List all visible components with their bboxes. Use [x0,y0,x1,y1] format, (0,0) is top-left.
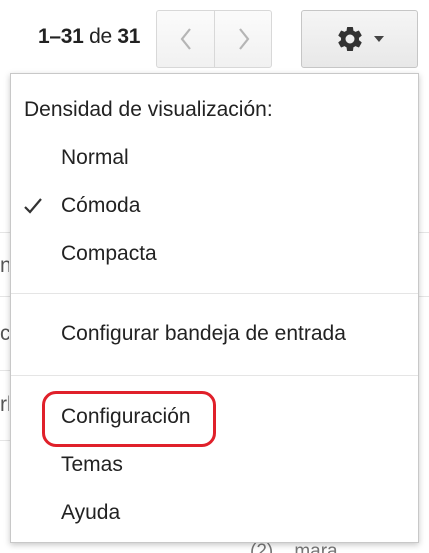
themes-item[interactable]: Temas [11,443,418,487]
list-divider [418,232,429,233]
next-page-button[interactable] [215,11,272,67]
list-item-fragment: n [0,254,9,277]
help-item[interactable]: Ayuda [11,491,418,535]
gear-icon [337,26,362,51]
menu-item-label: Temas [61,453,123,476]
settings-item[interactable]: Configuración [11,395,418,439]
caret-down-icon [373,36,384,42]
display-density-heading: Densidad de visualización: [24,98,273,121]
settings-button[interactable] [301,10,418,68]
pagination-nav [156,10,272,68]
density-option-normal[interactable]: Normal [11,136,418,180]
menu-separator [11,375,418,376]
pagination-total: 31 [117,25,141,48]
pagination-of: de [89,25,112,48]
checkmark-icon [24,198,42,214]
settings-menu: Densidad de visualización: Normal Cómoda… [10,73,419,543]
menu-item-label: Cómoda [61,194,141,217]
previous-page-button[interactable] [157,11,215,67]
list-item-fragment: c [0,322,9,345]
chevron-right-icon [238,28,249,50]
density-option-compact[interactable]: Compacta [11,232,418,276]
list-divider [418,296,429,297]
configure-inbox-item[interactable]: Configurar bandeja de entrada [11,312,418,356]
chevron-left-icon [180,28,191,50]
density-option-comfortable[interactable]: Cómoda [11,184,418,228]
menu-item-label: Compacta [61,242,157,265]
pagination-range: 1–31 [38,25,84,48]
pagination-info: 1–31 de 31 [38,25,140,49]
menu-item-label: Ayuda [61,501,121,524]
menu-separator [11,293,418,294]
menu-item-label: Configuración [61,405,191,428]
menu-item-label: Normal [61,146,129,169]
list-item-fragment: rl [0,393,9,416]
toolbar: 1–31 de 31 [0,0,429,76]
menu-item-label: Configurar bandeja de entrada [61,322,346,345]
